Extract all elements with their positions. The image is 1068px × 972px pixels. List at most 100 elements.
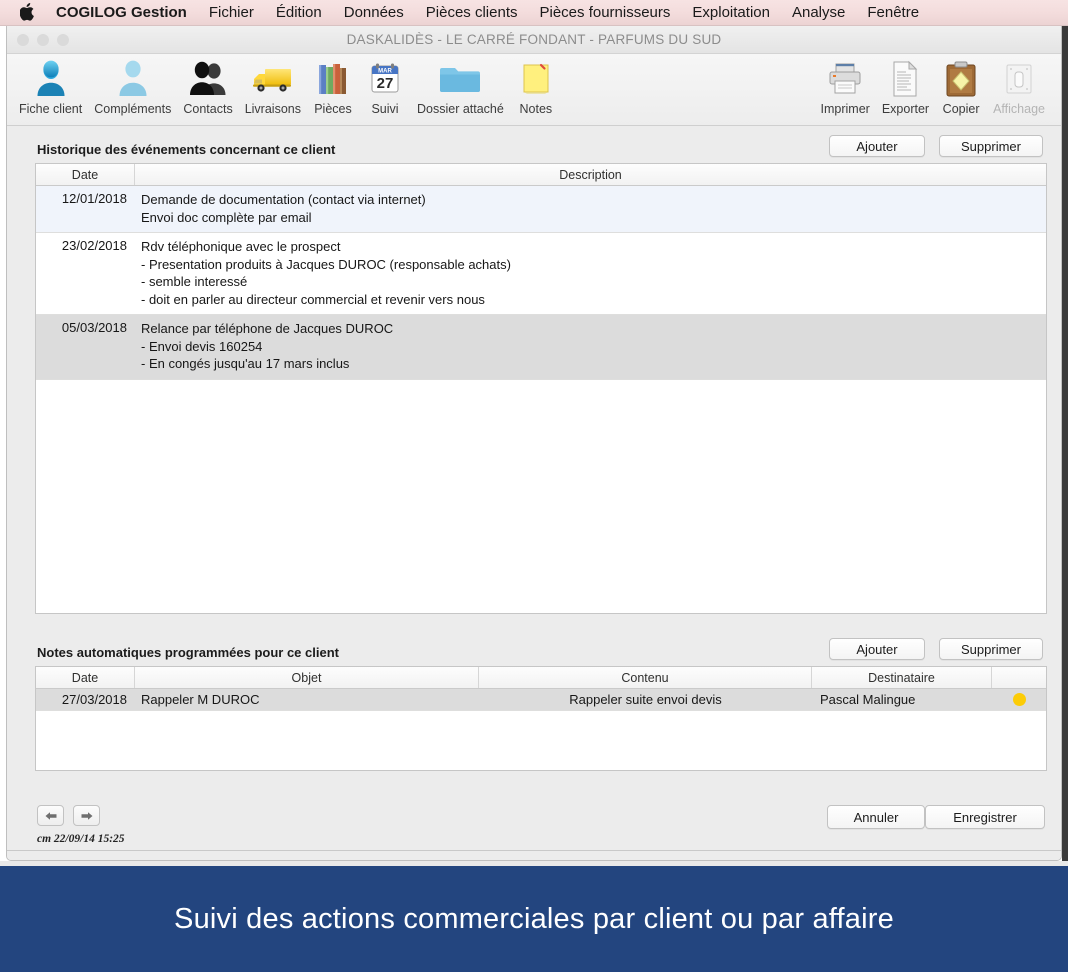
menu-item-cogilog-gestion[interactable]: COGILOG Gestion bbox=[56, 0, 187, 26]
notes-section-title: Notes automatiques programmées pour ce c… bbox=[37, 645, 339, 660]
toolbar-label-fiche-client: Fiche client bbox=[19, 102, 83, 116]
toolbar-button-livraisons[interactable]: Livraisons bbox=[239, 58, 307, 116]
display-icon bbox=[1003, 58, 1035, 100]
history-table[interactable]: Date Description 12/01/2018 Demande de d… bbox=[35, 163, 1047, 614]
truck-icon bbox=[251, 58, 295, 100]
toolbar-label-affichage: Affichage bbox=[993, 102, 1045, 116]
toolbar-label-notes: Notes bbox=[519, 102, 553, 116]
svg-text:MAR: MAR bbox=[378, 69, 392, 75]
status-dot-icon bbox=[1012, 693, 1026, 706]
notes-add-button[interactable]: Ajouter bbox=[829, 638, 925, 660]
svg-text:27: 27 bbox=[377, 75, 394, 92]
toolbar-label-imprimer: Imprimer bbox=[820, 102, 870, 116]
mac-menu-bar: COGILOG Gestion Fichier Édition Données … bbox=[0, 0, 1068, 26]
history-row-date: 12/01/2018 bbox=[61, 191, 127, 206]
history-column-description[interactable]: Description bbox=[135, 164, 1046, 185]
cancel-button[interactable]: Annuler bbox=[827, 805, 925, 829]
printer-icon bbox=[826, 58, 864, 100]
zoom-button[interactable] bbox=[57, 34, 69, 46]
notes-column-flag[interactable] bbox=[992, 667, 1046, 688]
menu-item-exploitation[interactable]: Exploitation bbox=[692, 0, 770, 26]
toolbar-button-fiche-client[interactable]: Fiche client bbox=[13, 58, 88, 116]
table-row[interactable]: 12/01/2018 Demande de documentation (con… bbox=[36, 186, 1046, 233]
toolbar-button-notes[interactable]: Notes bbox=[510, 58, 562, 116]
table-row[interactable]: 23/02/2018 Rdv téléphonique avec le pros… bbox=[36, 233, 1046, 315]
toolbar-button-dossier-attache[interactable]: Dossier attaché bbox=[411, 58, 510, 116]
toolbar-button-complements[interactable]: Compléments bbox=[88, 58, 177, 116]
notes-column-date[interactable]: Date bbox=[36, 667, 135, 688]
history-section-title: Historique des événements concernant ce … bbox=[37, 142, 336, 157]
menu-item-edition[interactable]: Édition bbox=[276, 0, 322, 26]
notes-delete-button[interactable]: Supprimer bbox=[939, 638, 1043, 660]
toolbar-label-livraisons: Livraisons bbox=[244, 102, 301, 116]
window-right-edge bbox=[1062, 26, 1068, 861]
menu-item-pieces-fournisseurs[interactable]: Pièces fournisseurs bbox=[540, 0, 671, 26]
history-row-date: 05/03/2018 bbox=[61, 320, 127, 335]
toolbar-button-copier[interactable]: Copier bbox=[935, 58, 987, 116]
toolbar-button-contacts[interactable]: Contacts bbox=[177, 58, 238, 116]
history-row-date: 23/02/2018 bbox=[61, 238, 127, 253]
toolbar-label-contacts: Contacts bbox=[183, 102, 233, 116]
notes-table[interactable]: Date Objet Contenu Destinataire 27/03/20… bbox=[35, 666, 1047, 771]
toolbar-label-pieces: Pièces bbox=[314, 102, 352, 116]
menu-item-pieces-clients[interactable]: Pièces clients bbox=[426, 0, 518, 26]
toolbar-label-complements: Compléments bbox=[94, 102, 172, 116]
caption-banner: Suivi des actions commerciales par clien… bbox=[0, 866, 1068, 972]
caption-text: Suivi des actions commerciales par clien… bbox=[174, 902, 894, 935]
toolbar-button-imprimer[interactable]: Imprimer bbox=[815, 58, 876, 116]
sticky-note-icon bbox=[519, 58, 553, 100]
document-icon bbox=[889, 58, 921, 100]
arrow-right-icon bbox=[81, 811, 92, 820]
calendar-icon: MAR 27 bbox=[368, 58, 402, 100]
history-row-description: Relance par téléphone de Jacques DUROC -… bbox=[141, 321, 394, 371]
toolbar-button-pieces[interactable]: Pièces bbox=[307, 58, 359, 116]
next-record-button[interactable] bbox=[73, 805, 100, 826]
history-add-button[interactable]: Ajouter bbox=[829, 135, 925, 157]
notes-row-flag[interactable] bbox=[992, 693, 1046, 706]
toolbar-label-suivi: Suivi bbox=[371, 102, 399, 116]
notes-row-objet: Rappeler M DUROC bbox=[141, 692, 260, 707]
two-people-icon bbox=[189, 58, 227, 100]
notes-column-contenu[interactable]: Contenu bbox=[479, 667, 812, 688]
notes-row-contenu: Rappeler suite envoi devis bbox=[569, 692, 722, 707]
window-controls bbox=[17, 34, 69, 46]
toolbar-button-affichage[interactable]: Affichage bbox=[987, 58, 1051, 116]
person-icon bbox=[34, 58, 68, 100]
minimize-button[interactable] bbox=[37, 34, 49, 46]
save-button[interactable]: Enregistrer bbox=[925, 805, 1045, 829]
notes-column-destinataire[interactable]: Destinataire bbox=[812, 667, 992, 688]
toolbar-button-exporter[interactable]: Exporter bbox=[876, 58, 935, 116]
history-delete-button[interactable]: Supprimer bbox=[939, 135, 1043, 157]
history-row-description: Demande de documentation (contact via in… bbox=[141, 192, 426, 225]
history-table-header: Date Description bbox=[36, 164, 1046, 186]
close-button[interactable] bbox=[17, 34, 29, 46]
toolbar: Fiche client Compléments Contacts Livrai… bbox=[7, 54, 1061, 126]
toolbar-label-dossier-attache: Dossier attaché bbox=[416, 102, 504, 116]
toolbar-right-group: Imprimer Exporter Copier Affichage bbox=[815, 58, 1051, 116]
books-icon bbox=[316, 58, 350, 100]
toolbar-left-group: Fiche client Compléments Contacts Livrai… bbox=[13, 58, 562, 116]
notes-column-objet[interactable]: Objet bbox=[135, 667, 479, 688]
arrow-left-icon bbox=[45, 811, 56, 820]
previous-record-button[interactable] bbox=[37, 805, 64, 826]
history-row-description: Rdv téléphonique avec le prospect - Pres… bbox=[141, 239, 511, 307]
menu-item-donnees[interactable]: Données bbox=[344, 0, 404, 26]
window-title: DASKALIDÈS - LE CARRÉ FONDANT - PARFUMS … bbox=[346, 32, 722, 47]
table-row[interactable]: 05/03/2018 Relance par téléphone de Jacq… bbox=[36, 315, 1046, 380]
footer-divider bbox=[7, 850, 1061, 851]
menu-item-fichier[interactable]: Fichier bbox=[209, 0, 254, 26]
clipboard-icon bbox=[944, 58, 978, 100]
person-light-icon bbox=[116, 58, 150, 100]
apple-logo-icon[interactable] bbox=[18, 2, 36, 22]
notes-row-destinataire: Pascal Malingue bbox=[820, 692, 916, 707]
content-area: Historique des événements concernant ce … bbox=[7, 126, 1061, 860]
toolbar-label-exporter: Exporter bbox=[881, 102, 930, 116]
record-timestamp: cm 22/09/14 15:25 bbox=[37, 833, 125, 845]
menu-item-fenetre[interactable]: Fenêtre bbox=[867, 0, 919, 26]
folder-icon bbox=[437, 58, 483, 100]
toolbar-button-suivi[interactable]: MAR 27 Suivi bbox=[359, 58, 411, 116]
history-column-date[interactable]: Date bbox=[36, 164, 135, 185]
table-row[interactable]: 27/03/2018 Rappeler M DUROC Rappeler sui… bbox=[36, 689, 1046, 711]
toolbar-label-copier: Copier bbox=[942, 102, 980, 116]
menu-item-analyse[interactable]: Analyse bbox=[792, 0, 845, 26]
